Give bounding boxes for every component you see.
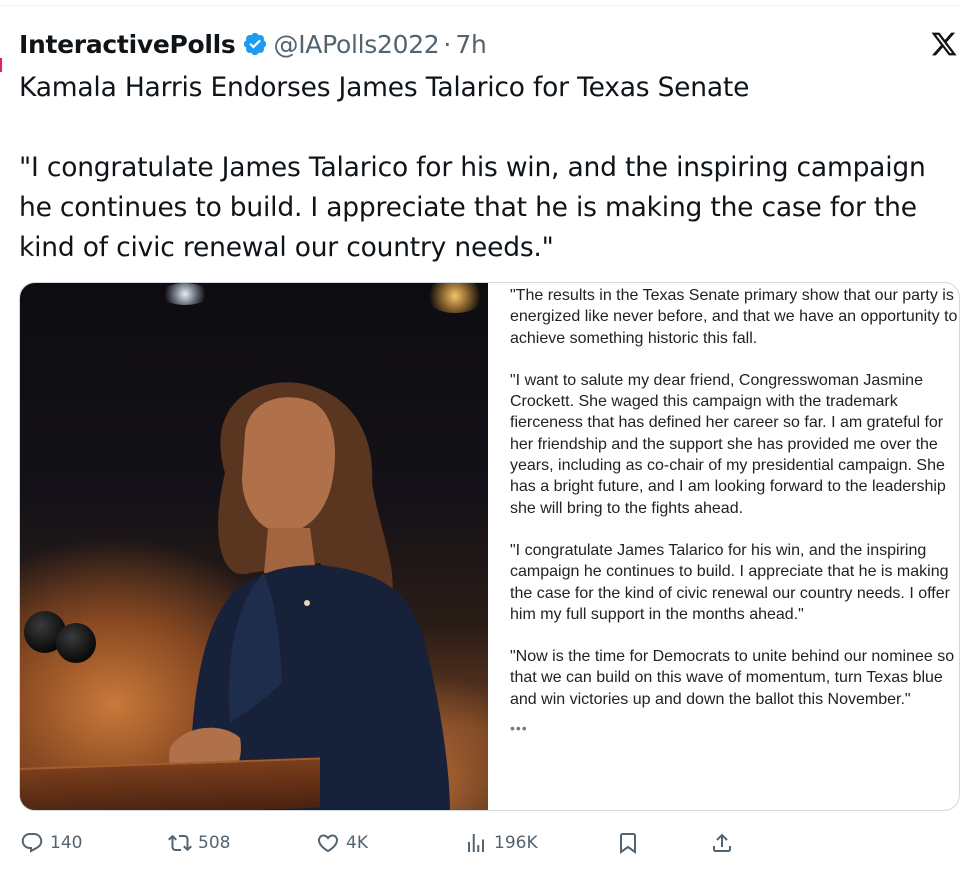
views-button[interactable]: 196K bbox=[464, 828, 538, 858]
edge-marker bbox=[0, 58, 2, 72]
bookmark-button[interactable] bbox=[616, 828, 640, 858]
statement-paragraph: "The results in the Texas Senate primary… bbox=[510, 287, 958, 347]
verified-badge-icon[interactable] bbox=[242, 31, 268, 57]
tweet-header: InteractivePolls @IAPolls2022 · 7h bbox=[19, 24, 960, 64]
top-divider bbox=[0, 5, 960, 6]
tweet-timestamp[interactable]: 7h bbox=[455, 30, 486, 59]
statement-paragraph: "Now is the time for Democrats to unite … bbox=[510, 648, 955, 708]
x-logo-icon[interactable] bbox=[930, 30, 958, 58]
meta-separator: · bbox=[443, 29, 452, 59]
speaker-silhouette bbox=[169, 382, 450, 810]
photo-of-speaker[interactable] bbox=[20, 283, 488, 810]
statement-paragraph: "I congratulate James Talarico for his w… bbox=[510, 541, 950, 623]
tweet-action-bar: 140 508 4K 196K bbox=[20, 828, 740, 858]
repost-button[interactable]: 508 bbox=[168, 828, 230, 858]
reply-icon bbox=[20, 831, 44, 855]
tweet-body: Kamala Harris Endorses James Talarico fo… bbox=[19, 68, 939, 268]
author-display-name[interactable]: InteractivePolls bbox=[19, 30, 236, 59]
reply-button[interactable]: 140 bbox=[20, 828, 82, 858]
views-chart-icon bbox=[464, 831, 488, 855]
statement-ellipsis: ••• bbox=[510, 720, 528, 737]
heart-icon bbox=[316, 831, 340, 855]
tweet-quote: "I congratulate James Talarico for his w… bbox=[19, 152, 926, 263]
statement-image[interactable]: "The results in the Texas Senate primary… bbox=[488, 283, 959, 810]
share-icon bbox=[710, 831, 734, 855]
repost-count: 508 bbox=[198, 833, 231, 853]
share-button[interactable] bbox=[710, 828, 734, 858]
tweet-media-card[interactable]: "The results in the Texas Senate primary… bbox=[19, 282, 960, 811]
like-count: 4K bbox=[346, 833, 368, 853]
repost-icon bbox=[168, 831, 192, 855]
views-count: 196K bbox=[494, 833, 538, 853]
like-button[interactable]: 4K bbox=[316, 828, 368, 858]
microphone bbox=[56, 623, 96, 663]
bookmark-icon bbox=[616, 831, 640, 855]
reply-count: 140 bbox=[50, 833, 83, 853]
tweet-headline: Kamala Harris Endorses James Talarico fo… bbox=[19, 72, 750, 103]
author-handle[interactable]: @IAPolls2022 bbox=[274, 30, 440, 59]
statement-paragraph: "I want to salute my dear friend, Congre… bbox=[510, 371, 946, 517]
